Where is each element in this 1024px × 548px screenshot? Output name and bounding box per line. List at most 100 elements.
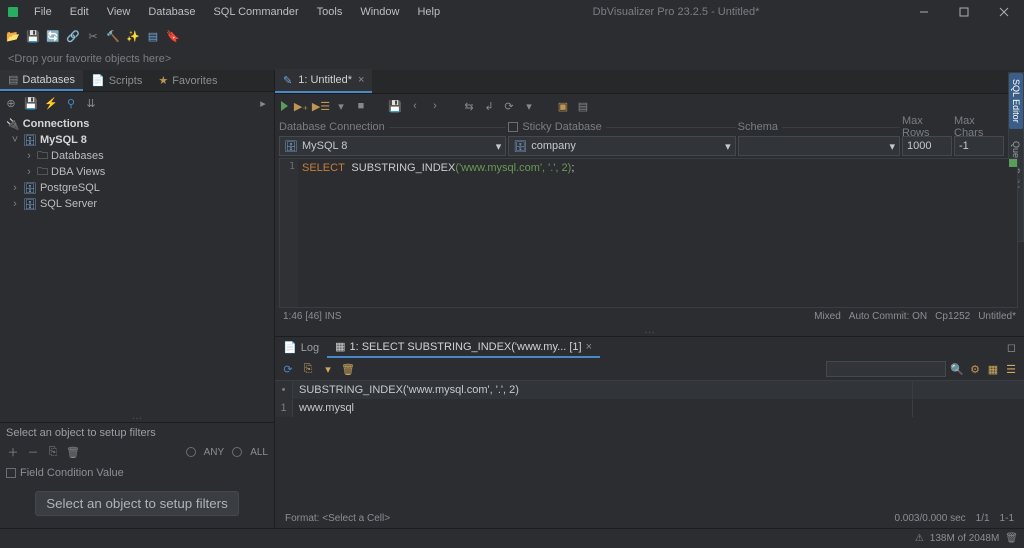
radio-all[interactable] — [232, 447, 242, 457]
chevron-down-icon[interactable]: ▾ — [321, 362, 335, 376]
copy-result-icon[interactable]: ⎘ — [301, 362, 315, 376]
save-icon[interactable]: 💾 — [26, 29, 40, 43]
favorites-bar[interactable]: <Drop your favorite objects here> — [0, 48, 1024, 70]
add-filter-icon[interactable]: ＋ — [6, 445, 20, 459]
save-icon[interactable]: 💾 — [388, 99, 402, 113]
expander-icon[interactable]: › — [10, 198, 20, 210]
star-icon: ★ — [158, 74, 168, 87]
panel-divider[interactable]: … — [0, 410, 274, 422]
menu-edit[interactable]: Edit — [62, 4, 97, 20]
monitor-icon[interactable]: ▤ — [146, 29, 160, 43]
workarea: ▤ Databases 📄 Scripts ★ Favorites ⊕ 💾 ⚡ … — [0, 70, 1024, 528]
minimize-button[interactable] — [904, 0, 944, 24]
trash-icon[interactable]: 🗑 — [1005, 533, 1018, 544]
result-search-input[interactable] — [826, 361, 946, 377]
bookmark-icon[interactable]: 🔖 — [166, 29, 180, 43]
grid-header-cell[interactable]: SUBSTRING_INDEX('www.mysql.com', '.', 2) — [293, 381, 913, 399]
text-mode-icon[interactable]: ☰ — [1004, 362, 1018, 376]
run-script-icon[interactable]: ▶₊ — [294, 99, 308, 113]
history-fwd-icon[interactable]: › — [428, 99, 442, 113]
tab-result[interactable]: ▦ 1: SELECT SUBSTRING_INDEX('www.my... [… — [327, 337, 600, 358]
trash-filter-icon[interactable]: 🗑 — [66, 445, 80, 459]
tab-scripts[interactable]: 📄 Scripts — [83, 71, 150, 90]
delete-result-icon[interactable]: 🗑 — [341, 362, 355, 376]
chevron-down-icon[interactable]: ▾ — [334, 99, 348, 113]
grid-mode-icon[interactable]: ▦ — [986, 362, 1000, 376]
label-any: ANY — [204, 447, 225, 458]
collapse-icon[interactable]: ⇊ — [84, 96, 98, 110]
history-back-icon[interactable]: ‹ — [408, 99, 422, 113]
arrow-icon[interactable]: ▸ — [256, 96, 270, 110]
filter-header: Select an object to setup filters — [6, 427, 268, 439]
tree-postgres[interactable]: › 🗄 PostgreSQL — [4, 180, 270, 196]
hammer-icon[interactable]: 🔨 — [106, 29, 120, 43]
close-button[interactable] — [984, 0, 1024, 24]
wrap-icon[interactable]: ↲ — [482, 99, 496, 113]
add-conn-icon[interactable]: ⊕ — [4, 96, 18, 110]
editor-divider[interactable]: … — [275, 324, 1024, 336]
app-title: DbVisualizer Pro 23.2.5 - Untitled* — [448, 6, 904, 18]
sticky-checkbox[interactable] — [508, 122, 518, 132]
database-dropdown[interactable]: 🗄 company ▾ — [508, 136, 735, 156]
search-icon[interactable]: 🔍 — [950, 362, 964, 376]
expander-icon[interactable]: › — [24, 166, 34, 178]
filter-setup-button[interactable]: Select an object to setup filters — [35, 491, 239, 516]
bolt-icon[interactable]: ⚡ — [44, 96, 58, 110]
settings-icon[interactable]: ⚙ — [968, 362, 982, 376]
max-rows-input[interactable]: 1000 — [902, 136, 952, 156]
remove-filter-icon[interactable]: － — [26, 445, 40, 459]
wand-icon[interactable]: ✨ — [126, 29, 140, 43]
save-icon[interactable]: 💾 — [24, 96, 38, 110]
label-maxrows: Max Rows — [902, 120, 952, 134]
expand-result-icon[interactable]: ◻ — [999, 341, 1024, 354]
run-icon[interactable] — [281, 101, 288, 111]
run-explain-icon[interactable]: ▶☰ — [314, 99, 328, 113]
close-tab-icon[interactable]: × — [358, 74, 364, 86]
commit-icon[interactable]: ▣ — [556, 99, 570, 113]
connect-icon[interactable]: 🔗 — [66, 29, 80, 43]
autocommit-icon[interactable]: ⟳ — [502, 99, 516, 113]
disconnect-icon[interactable]: ✂ — [86, 29, 100, 43]
rollback-icon[interactable]: ▤ — [576, 99, 590, 113]
grid-cell[interactable]: www.mysql — [293, 399, 913, 417]
maximize-button[interactable] — [944, 0, 984, 24]
tab-log[interactable]: 📄 Log — [275, 338, 327, 357]
menu-sql-commander[interactable]: SQL Commander — [205, 4, 306, 20]
label-db-connection: Database Connection — [279, 120, 506, 134]
format-icon[interactable]: ⇆ — [462, 99, 476, 113]
tree-sqlserver[interactable]: › 🗄 SQL Server — [4, 196, 270, 212]
refresh-result-icon[interactable]: ⟳ — [281, 362, 295, 376]
warning-icon[interactable]: ⚠ — [915, 533, 924, 544]
tab-databases[interactable]: ▤ Databases — [0, 70, 83, 91]
copy-filter-icon[interactable]: ⎘ — [46, 445, 60, 459]
tab-sql-editor[interactable]: SQL Editor — [1009, 73, 1023, 129]
max-chars-input[interactable]: -1 — [954, 136, 1004, 156]
menu-window[interactable]: Window — [352, 4, 407, 20]
db-connection-dropdown[interactable]: 🗄 MySQL 8 ▾ — [279, 136, 506, 156]
radio-any[interactable] — [186, 447, 196, 457]
menu-view[interactable]: View — [99, 4, 139, 20]
expander-icon[interactable]: › — [24, 150, 34, 162]
sql-editor-area[interactable]: 1 SELECT SUBSTRING_INDEX('www.mysql.com'… — [279, 158, 1018, 308]
filter-icon[interactable]: ⚲ — [64, 96, 78, 110]
menu-file[interactable]: File — [26, 4, 60, 20]
expander-icon[interactable]: › — [10, 182, 20, 194]
open-folder-icon[interactable]: 📂 — [6, 29, 20, 43]
db-connection-value: MySQL 8 — [302, 140, 347, 152]
center-panel: SQL Editor Query Builder ✎ 1: Untitled* … — [275, 70, 1024, 528]
expander-icon[interactable]: ˅ — [10, 134, 20, 146]
tab-favorites[interactable]: ★ Favorites — [150, 71, 225, 90]
refresh-icon[interactable]: 🔄 — [46, 29, 60, 43]
chevron-down-icon[interactable]: ▾ — [522, 99, 536, 113]
menu-help[interactable]: Help — [409, 4, 448, 20]
menu-tools[interactable]: Tools — [309, 4, 351, 20]
schema-dropdown[interactable]: ▾ — [738, 136, 900, 156]
tree-dbaviews[interactable]: › 🗀 DBA Views — [4, 164, 270, 180]
sql-text[interactable]: SELECT SUBSTRING_INDEX('www.mysql.com', … — [298, 159, 1017, 307]
editor-tab-1[interactable]: ✎ 1: Untitled* × — [275, 69, 372, 93]
stop-icon[interactable]: ■ — [354, 99, 368, 113]
menu-database[interactable]: Database — [140, 4, 203, 20]
filter-checkbox[interactable] — [6, 468, 16, 478]
grid-row-1[interactable]: 1 www.mysql — [275, 399, 1024, 417]
close-tab-icon[interactable]: × — [586, 341, 592, 353]
